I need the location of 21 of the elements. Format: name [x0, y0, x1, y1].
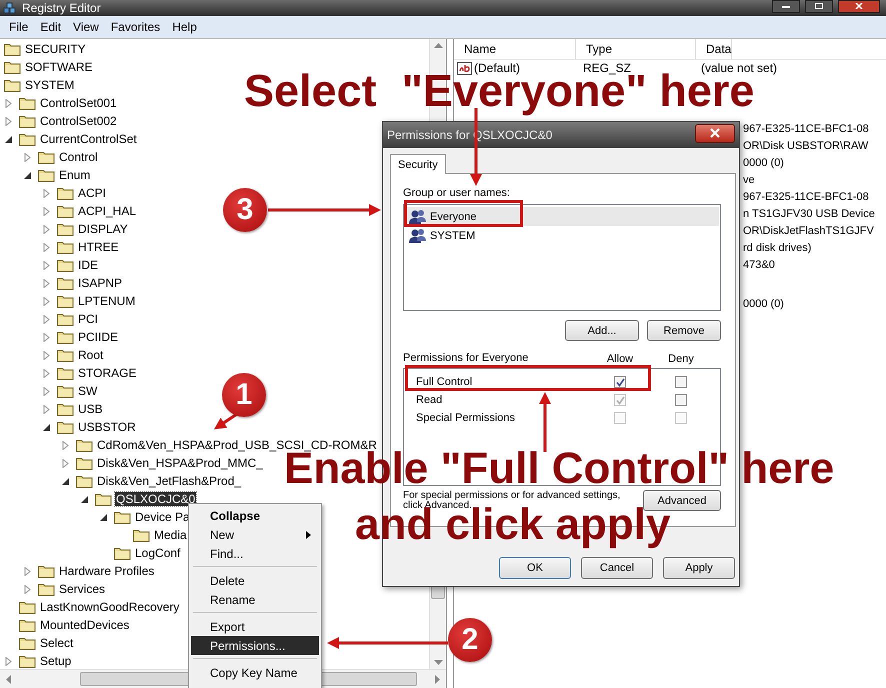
permission-name: Full Control [415, 376, 474, 388]
value-data: 0000 (0) [743, 298, 784, 310]
window-title: Registry Editor [22, 1, 101, 15]
value-data: 967-E325-11CE-BFC1-08 [743, 190, 869, 202]
annotation-caption: Select "Everyone" here [244, 73, 754, 118]
value-type: REG_SZ [582, 61, 632, 75]
permissions-label: Permissions for Everyone [403, 352, 530, 366]
value-data: ve [743, 174, 755, 186]
permission-name: Special Permissions [415, 412, 516, 424]
value-data: (value not set) [701, 61, 778, 75]
column-header: Allow [606, 352, 634, 366]
value-data: OR\Disk USBSTOR\RAW [743, 140, 868, 152]
permission-name: Read [415, 394, 444, 406]
value-data: n TS1GJFV30 USB Device [743, 208, 875, 220]
value-data: OR\DiskJetFlashTS1GJFV [743, 224, 874, 236]
value-data: 967-E325-11CE-BFC1-08 [743, 122, 869, 134]
group-label: Group or user names: [403, 187, 511, 201]
value-data: rd disk drives) [743, 242, 812, 254]
value-data: 0000 (0) [743, 156, 784, 168]
column-header: Deny [667, 352, 695, 366]
value-data: 473&0 [743, 258, 775, 270]
